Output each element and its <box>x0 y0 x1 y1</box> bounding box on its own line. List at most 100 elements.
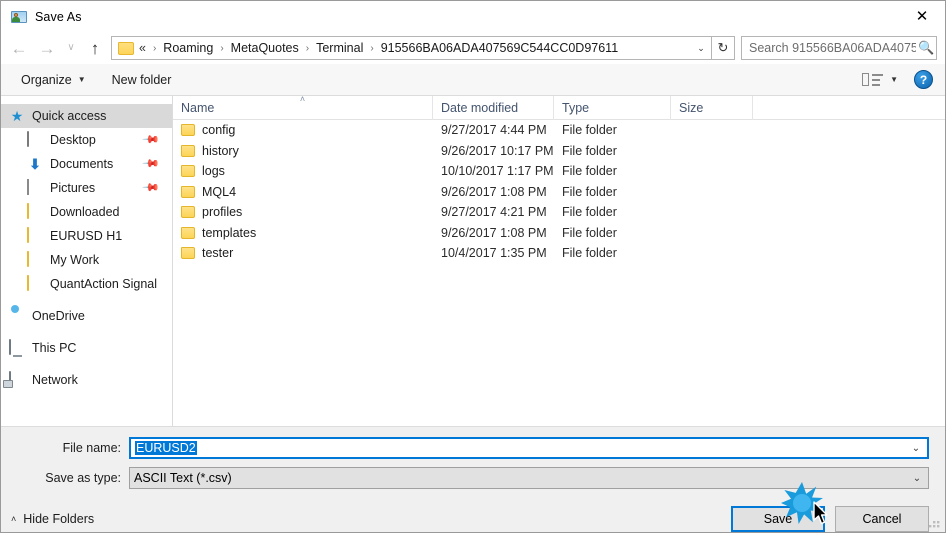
close-icon[interactable]: ✕ <box>899 1 945 32</box>
save-as-type-row: Save as type: ASCII Text (*.csv) ⌄ <box>1 467 945 489</box>
file-name-label: history <box>202 143 239 158</box>
dialog-body: ★ Quick access Desktop 📌 ⬇ Documents 📌 P… <box>1 95 945 427</box>
file-name-label: config <box>202 123 236 138</box>
column-header-name[interactable]: ˄ Name <box>173 95 433 120</box>
breadcrumb-separator: › <box>305 42 310 54</box>
save-button[interactable]: Save <box>731 506 825 532</box>
pictures-icon <box>27 179 43 196</box>
search-input[interactable]: Search 915566BA06ADA40756... <box>742 41 916 55</box>
file-date-cell: 9/26/2017 1:08 PM <box>441 184 547 199</box>
sidebar-item-quick-access[interactable]: ★ Quick access <box>1 104 172 128</box>
network-icon <box>9 371 25 388</box>
file-date-cell: 9/26/2017 10:17 PM <box>441 143 554 158</box>
table-row[interactable]: tester 10/4/2017 1:35 PM File folder <box>173 243 945 264</box>
file-name-cell: tester <box>173 246 433 260</box>
file-type-cell: File folder <box>562 143 617 158</box>
table-row[interactable]: logs 10/10/2017 1:17 PM File folder <box>173 161 945 182</box>
file-name-cell: config <box>173 123 433 137</box>
table-row[interactable]: profiles 9/27/2017 4:21 PM File folder <box>173 202 945 223</box>
desktop-icon <box>27 131 43 148</box>
table-row[interactable]: MQL4 9/26/2017 1:08 PM File folder <box>173 182 945 203</box>
hide-folders-button[interactable]: ˄ Hide Folders <box>11 512 94 526</box>
file-name-label: File name: <box>62 441 121 455</box>
sidebar-item-desktop[interactable]: Desktop 📌 <box>1 128 172 152</box>
breadcrumb-overflow[interactable]: « <box>139 39 148 57</box>
refresh-icon[interactable]: ↻ <box>712 36 735 60</box>
file-name-cell: history <box>173 144 433 158</box>
sidebar-item-downloaded[interactable]: Downloaded <box>1 200 172 224</box>
file-list: ˄ Name Date modified Type Size config 9/… <box>173 95 945 426</box>
view-options-button[interactable]: ▼ <box>856 69 904 91</box>
save-as-type-label: Save as type: <box>45 471 121 485</box>
file-type-cell: File folder <box>562 123 617 138</box>
search-box[interactable]: Search 915566BA06ADA40756... 🔍 <box>741 36 937 60</box>
sidebar-item-label: Pictures <box>50 181 96 195</box>
sidebar-item-label: Documents <box>50 157 114 171</box>
breadcrumb-item-roaming[interactable]: Roaming <box>161 39 215 57</box>
address-bar[interactable]: « › Roaming › MetaQuotes › Terminal › 91… <box>111 36 712 60</box>
table-row[interactable]: templates 9/26/2017 1:08 PM File folder <box>173 223 945 244</box>
column-header-label: Name <box>181 100 215 115</box>
sidebar-item-documents[interactable]: ⬇ Documents 📌 <box>1 152 172 176</box>
folder-icon <box>27 251 43 268</box>
file-date-cell: 10/10/2017 1:17 PM <box>441 164 554 179</box>
sidebar-item-eurusd-h1[interactable]: EURUSD H1 <box>1 224 172 248</box>
help-icon[interactable]: ? <box>914 70 933 89</box>
file-date-cell: 9/27/2017 4:44 PM <box>441 123 547 138</box>
new-folder-button[interactable]: New folder <box>106 70 178 90</box>
file-name-value[interactable]: EURUSD2 <box>131 441 905 455</box>
chevron-down-icon[interactable]: ⌄ <box>905 443 927 454</box>
folder-icon <box>181 185 195 198</box>
sidebar-item-label: This PC <box>32 341 77 355</box>
title-bar: Save As ✕ <box>1 1 945 32</box>
file-name-input[interactable]: EURUSD2 ⌄ <box>129 437 929 459</box>
save-as-type-value: ASCII Text (*.csv) <box>134 471 232 485</box>
folder-icon <box>27 203 43 220</box>
column-header-type[interactable]: Type <box>554 95 671 120</box>
sidebar-item-label: Quick access <box>32 109 107 123</box>
cancel-button[interactable]: Cancel <box>835 506 929 532</box>
chevron-down-icon: ▼ <box>890 75 898 84</box>
chevron-down-icon[interactable]: ⌄ <box>691 37 711 59</box>
file-type-cell: File folder <box>562 246 617 261</box>
breadcrumb-separator: › <box>152 42 157 54</box>
file-name-label: profiles <box>202 205 243 220</box>
sidebar-item-my-work[interactable]: My Work <box>1 248 172 272</box>
computer-icon <box>9 339 25 356</box>
organize-button[interactable]: Organize ▼ <box>15 70 92 90</box>
save-as-icon <box>11 9 27 25</box>
recent-locations-button[interactable]: ∨ <box>61 35 81 61</box>
file-name-label: templates <box>202 225 257 240</box>
sidebar-item-label: Network <box>32 373 78 387</box>
sidebar-item-onedrive[interactable]: OneDrive <box>1 304 172 328</box>
pin-icon[interactable]: 📌 <box>142 130 161 149</box>
table-row[interactable]: history 9/26/2017 10:17 PM File folder <box>173 141 945 162</box>
resize-grip[interactable] <box>929 516 941 528</box>
chevron-down-icon[interactable]: ⌄ <box>906 473 928 484</box>
file-type-cell: File folder <box>562 205 617 220</box>
folder-icon <box>181 144 195 157</box>
sidebar-item-quantaction-signal[interactable]: QuantAction Signal <box>1 272 172 296</box>
sidebar-item-network[interactable]: Network <box>1 368 172 392</box>
table-row[interactable]: config 9/27/2017 4:44 PM File folder <box>173 120 945 141</box>
toolbar: Organize ▼ New folder ▼ ? <box>1 64 945 96</box>
column-headers: ˄ Name Date modified Type Size <box>173 95 945 120</box>
column-header-size[interactable]: Size <box>671 95 753 120</box>
sidebar-item-this-pc[interactable]: This PC <box>1 336 172 360</box>
forward-button[interactable]: → <box>33 35 61 61</box>
column-header-date-modified[interactable]: Date modified <box>433 95 554 120</box>
pin-icon[interactable]: 📌 <box>142 154 161 173</box>
folder-icon <box>181 226 195 239</box>
sidebar-item-pictures[interactable]: Pictures 📌 <box>1 176 172 200</box>
file-name-label: tester <box>202 246 234 261</box>
back-button[interactable]: ← <box>5 35 33 61</box>
breadcrumb-separator: › <box>220 42 224 54</box>
new-folder-label: New folder <box>111 72 172 87</box>
breadcrumb-item-current[interactable]: 915566BA06ADA407569C544CC0D97611 <box>379 39 620 57</box>
up-button[interactable]: ↑ <box>81 35 109 61</box>
dialog-footer: File name: EURUSD2 ⌄ Save as type: ASCII… <box>1 427 945 532</box>
save-as-type-select[interactable]: ASCII Text (*.csv) ⌄ <box>129 467 929 489</box>
breadcrumb-item-metaquotes[interactable]: MetaQuotes <box>229 39 301 57</box>
breadcrumb-item-terminal[interactable]: Terminal <box>314 39 365 57</box>
pin-icon[interactable]: 📌 <box>142 178 161 197</box>
